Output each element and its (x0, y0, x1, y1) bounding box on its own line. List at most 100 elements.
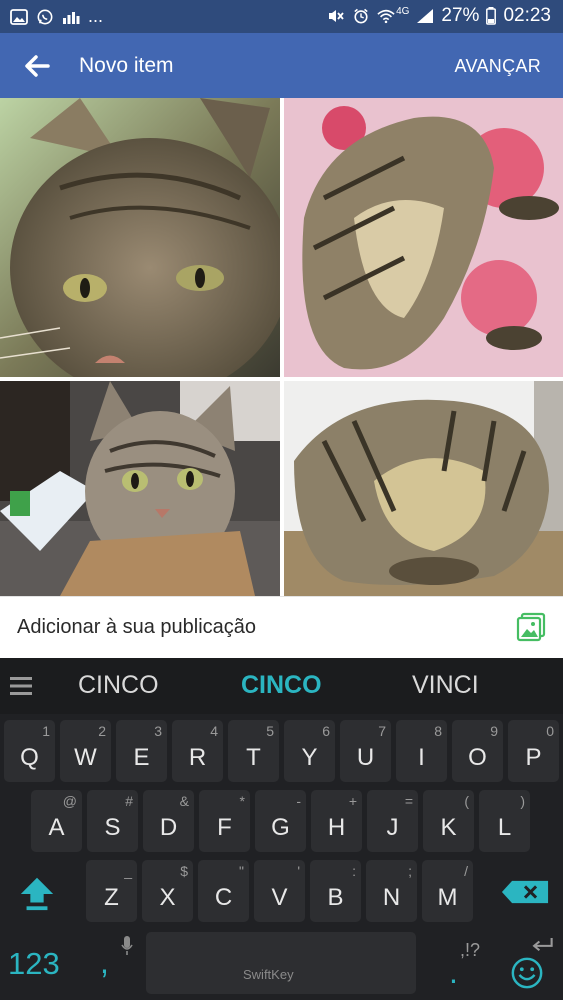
arrow-left-icon[interactable] (22, 51, 52, 81)
key-n[interactable]: ; N (366, 860, 417, 922)
battery-percent: 27% (441, 5, 480, 26)
key-hint: 5 (266, 723, 274, 739)
key-hint: 7 (378, 723, 386, 739)
key-hint: 4 (210, 723, 218, 739)
key-label: D (159, 814, 178, 841)
key-q[interactable]: 1Q (4, 720, 55, 782)
key-hint: ( (464, 793, 469, 809)
keyboard: 1Q2W3E4R5T6Y7U8I9O0P @ A # S & D * F - G + H = J(K) L … (0, 714, 563, 1000)
add-to-post-label: Adicionar à sua publicação (17, 616, 257, 638)
key-label: T (246, 744, 261, 771)
photo-cat-belly-pink[interactable] (284, 98, 563, 377)
key-hint: @ (62, 793, 77, 809)
key-m[interactable]: / M (422, 860, 473, 922)
key-hint: : (352, 863, 356, 879)
comma-key[interactable]: , (100, 944, 109, 981)
punctuation-hint: ,!? (460, 940, 481, 960)
key-hint: 6 (322, 723, 330, 739)
clock: 02:23 (503, 5, 551, 26)
app-bar: Novo item AVANÇAR (0, 33, 563, 98)
suggestion-right[interactable]: VINCI (412, 671, 479, 700)
key-hint: - (296, 793, 301, 809)
key-v[interactable]: ' V (254, 860, 305, 922)
key-label: S (104, 814, 121, 841)
key-label: A (48, 814, 65, 841)
shift-key[interactable] (4, 860, 70, 922)
key-hint: 0 (546, 723, 554, 739)
photo-cat-closeup[interactable] (0, 98, 280, 377)
emoji-icon[interactable] (510, 956, 544, 990)
whatsapp-icon (37, 9, 53, 24)
key-label: I (418, 744, 425, 771)
key-d[interactable]: & D (143, 790, 194, 852)
key-s[interactable]: # S (87, 790, 138, 852)
key-label: X (159, 884, 176, 911)
key-h[interactable]: + H (311, 790, 362, 852)
key-r[interactable]: 4R (172, 720, 223, 782)
status-bar: ... 4G 27% 02:23 (0, 0, 563, 33)
key-label: Q (20, 744, 39, 771)
key-label: H (327, 814, 346, 841)
key-l[interactable]: ) L (479, 790, 530, 852)
key-e[interactable]: 3E (116, 720, 167, 782)
enter-icon[interactable] (530, 938, 554, 952)
mute-icon (329, 10, 344, 22)
key-o[interactable]: 9O (452, 720, 503, 782)
key-label: G (271, 814, 290, 841)
gallery-icon (10, 8, 28, 25)
add-photo-icon[interactable] (515, 611, 547, 643)
microphone-icon[interactable] (121, 936, 133, 956)
key-f[interactable]: * F (199, 790, 250, 852)
photo-cat-in-box[interactable] (0, 381, 280, 596)
key-hint: 9 (490, 723, 498, 739)
key-label: W (74, 744, 97, 771)
wifi-icon (377, 9, 395, 24)
key-label: K (440, 814, 457, 841)
key-hint: ; (408, 863, 412, 879)
key-label: J (386, 814, 399, 841)
key-hint: * (239, 793, 245, 809)
key-hint: ' (297, 863, 300, 879)
suggestion-strip: CINCO CINCO VINCI (0, 658, 563, 714)
battery-icon (486, 7, 497, 25)
key-hint: " (239, 863, 244, 879)
backspace-icon (501, 880, 549, 904)
key-p[interactable]: 0P (508, 720, 559, 782)
key-g[interactable]: -G (255, 790, 306, 852)
key-hint: _ (124, 863, 132, 879)
menu-icon[interactable] (10, 676, 32, 696)
page-title: Novo item (79, 54, 174, 77)
key-label: Z (104, 884, 119, 911)
key-a[interactable]: @ A (31, 790, 82, 852)
signal-bars-icon (63, 11, 80, 24)
suggestion-center[interactable]: CINCO (241, 671, 322, 700)
key-y[interactable]: 6Y (284, 720, 335, 782)
next-button[interactable]: AVANÇAR (455, 56, 541, 77)
add-to-post-bar[interactable]: Adicionar à sua publicação (0, 596, 563, 659)
suggestion-left[interactable]: CINCO (78, 671, 159, 700)
photo-cat-curled[interactable] (284, 381, 563, 596)
key-w[interactable]: 2W (60, 720, 111, 782)
backspace-key[interactable] (492, 860, 558, 922)
key-u[interactable]: 7U (340, 720, 391, 782)
key-b[interactable]: :B (310, 860, 361, 922)
space-key[interactable] (146, 932, 416, 994)
period-key[interactable]: . (449, 954, 458, 991)
key-x[interactable]: $ X (142, 860, 193, 922)
key-label: N (382, 884, 401, 911)
key-label: B (327, 884, 344, 911)
alarm-icon (354, 8, 368, 24)
key-label: E (133, 744, 150, 771)
key-c[interactable]: " C (198, 860, 249, 922)
key-hint: 8 (434, 723, 442, 739)
key-k[interactable]: (K (423, 790, 474, 852)
key-t[interactable]: 5T (228, 720, 279, 782)
key-i[interactable]: 8I (396, 720, 447, 782)
numbers-key[interactable]: 123 (8, 946, 60, 982)
key-hint: / (464, 863, 468, 879)
key-hint: $ (180, 863, 188, 879)
key-hint: # (125, 793, 133, 809)
shift-icon (20, 877, 54, 911)
key-j[interactable]: = J (367, 790, 418, 852)
key-z[interactable]: _ Z (86, 860, 137, 922)
